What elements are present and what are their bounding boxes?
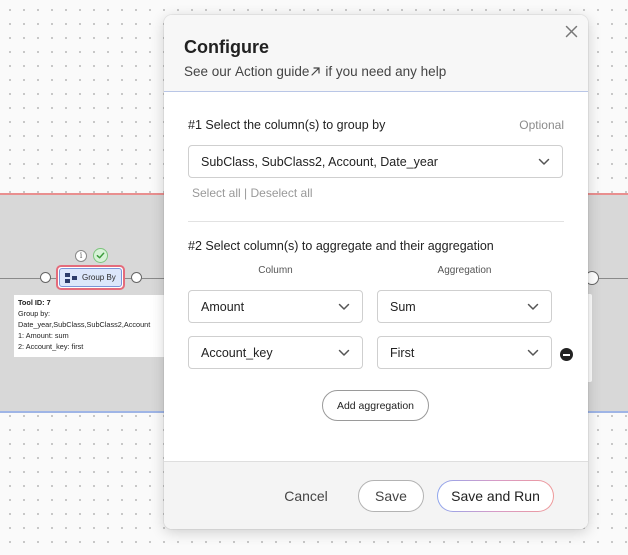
deselect-all-link[interactable]: Deselect all: [251, 186, 313, 200]
aggregation-value: First: [390, 345, 415, 360]
section-divider: [188, 221, 564, 222]
column-value: Amount: [201, 299, 245, 314]
chevron-down-icon: [527, 303, 539, 311]
dialog-footer: Cancel Save Save and Run: [164, 461, 588, 529]
optional-label: Optional: [519, 118, 564, 132]
group-by-icon: [65, 272, 77, 283]
chevron-down-icon: [338, 303, 350, 311]
column-value: Account_key: [201, 345, 273, 360]
check-icon: [93, 248, 108, 263]
group-by-selected-value: SubClass, SubClass2, Account, Date_year: [201, 154, 438, 169]
subtitle-suffix: if you need any help: [325, 64, 447, 79]
node-tooltip: Tool ID: 7 Group by: Date_year,SubClass,…: [14, 295, 170, 357]
connector-line: [142, 278, 164, 279]
dialog-header: Configure See our Action guide if you ne…: [164, 15, 588, 92]
aggregation-value: Sum: [390, 299, 416, 314]
tooltip-line: Group by:: [18, 309, 51, 318]
cancel-button[interactable]: Cancel: [274, 480, 338, 512]
chevron-down-icon: [338, 349, 350, 357]
remove-aggregation-icon[interactable]: [560, 348, 573, 361]
connector-line: [0, 278, 40, 279]
connector-line: [599, 278, 628, 279]
action-guide-link[interactable]: Action guide: [235, 64, 325, 79]
aggregate-column-select[interactable]: Account_key: [188, 336, 363, 369]
aggregate-section-title: #2 Select column(s) to aggregate and the…: [188, 239, 494, 253]
select-links: Select all | Deselect all: [192, 186, 313, 200]
input-port[interactable]: [40, 272, 51, 283]
configure-dialog: Configure See our Action guide if you ne…: [164, 15, 588, 529]
dialog-subtitle: See our Action guide if you need any hel…: [184, 64, 446, 79]
column-header: Column: [258, 265, 293, 276]
tooltip-line: Date_year,SubClass,SubClass2,Account: [18, 320, 151, 329]
save-button[interactable]: Save: [358, 480, 424, 512]
aggregation-header: Aggregation: [437, 265, 492, 276]
tooltip-line: 1: Amount: sum: [18, 331, 69, 340]
chevron-down-icon: [538, 158, 550, 166]
select-all-link[interactable]: Select all: [192, 186, 241, 200]
info-icon[interactable]: i: [75, 250, 87, 262]
add-aggregation-button[interactable]: Add aggregation: [322, 390, 429, 421]
chevron-down-icon: [527, 349, 539, 357]
aggregation-function-select[interactable]: Sum: [377, 290, 552, 323]
action-guide-label: Action guide: [235, 64, 310, 79]
group-by-node[interactable]: Group By: [56, 265, 125, 290]
node-label: Group By: [82, 273, 116, 282]
close-icon[interactable]: [561, 21, 581, 41]
tooltip-line: 2: Account_key: first: [18, 342, 84, 351]
output-port[interactable]: [131, 272, 142, 283]
subtitle-prefix: See our: [184, 64, 236, 79]
aggregate-column-select[interactable]: Amount: [188, 290, 363, 323]
external-link-icon: [310, 66, 321, 77]
group-by-select[interactable]: SubClass, SubClass2, Account, Date_year: [188, 145, 563, 178]
tooltip-line: Tool ID: 7: [18, 298, 51, 307]
link-separator: |: [240, 186, 251, 200]
group-by-section-title: #1 Select the column(s) to group by: [188, 118, 386, 132]
aggregation-function-select[interactable]: First: [377, 336, 552, 369]
save-and-run-button[interactable]: Save and Run: [437, 480, 554, 512]
dialog-title: Configure: [184, 37, 269, 57]
